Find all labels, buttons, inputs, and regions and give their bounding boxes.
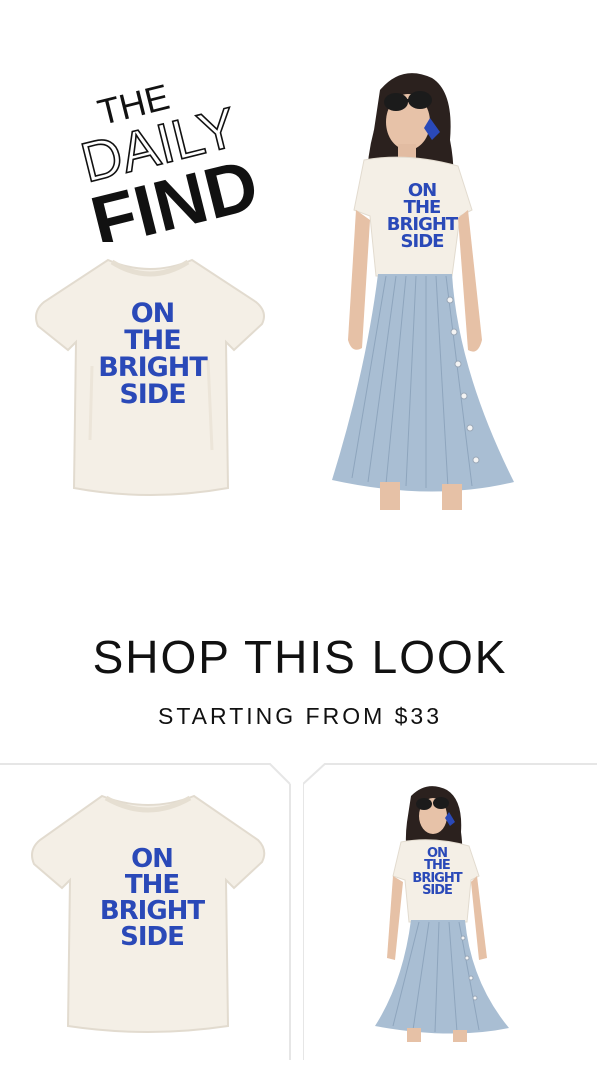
product-card-outfit[interactable]: ON THE BRIGHT SIDE	[303, 762, 597, 1060]
shop-this-look-heading: SHOP THIS LOOK	[92, 631, 508, 683]
outfit-product-image[interactable]: ON THE BRIGHT SIDE	[323, 782, 583, 1042]
print-line: THE	[124, 870, 180, 900]
tshirt-product-image[interactable]: ON THE BRIGHT SIDE	[22, 780, 276, 1042]
hero-tshirt-print: ON THE BRIGHT SIDE	[90, 300, 215, 408]
model-tshirt-print: ON THE BRIGHT SIDE	[382, 181, 462, 253]
print-line: BRIGHT	[98, 352, 208, 383]
print-line: SIDE	[120, 922, 185, 952]
print-line: BRIGHT	[99, 896, 205, 926]
hero-tshirt-image: ON THE BRIGHT SIDE	[30, 250, 270, 502]
product-tshirt-print: ON THE BRIGHT SIDE	[92, 846, 212, 950]
print-line: THE	[124, 325, 181, 356]
print-line: ON	[130, 298, 176, 329]
print-line: ON	[131, 844, 174, 874]
starting-price-label: STARTING FROM $33	[157, 703, 443, 729]
print-line: SIDE	[422, 883, 453, 899]
product-card-tshirt[interactable]: ON THE BRIGHT SIDE	[0, 762, 294, 1060]
model-photo: ON THE BRIGHT SIDE	[282, 70, 570, 510]
the-daily-find-logo: THE DAILY FIND	[68, 62, 268, 263]
outfit-tshirt-print: ON THE BRIGHT SIDE	[409, 847, 465, 899]
print-line: SIDE	[400, 231, 445, 253]
print-line: SIDE	[119, 379, 186, 410]
